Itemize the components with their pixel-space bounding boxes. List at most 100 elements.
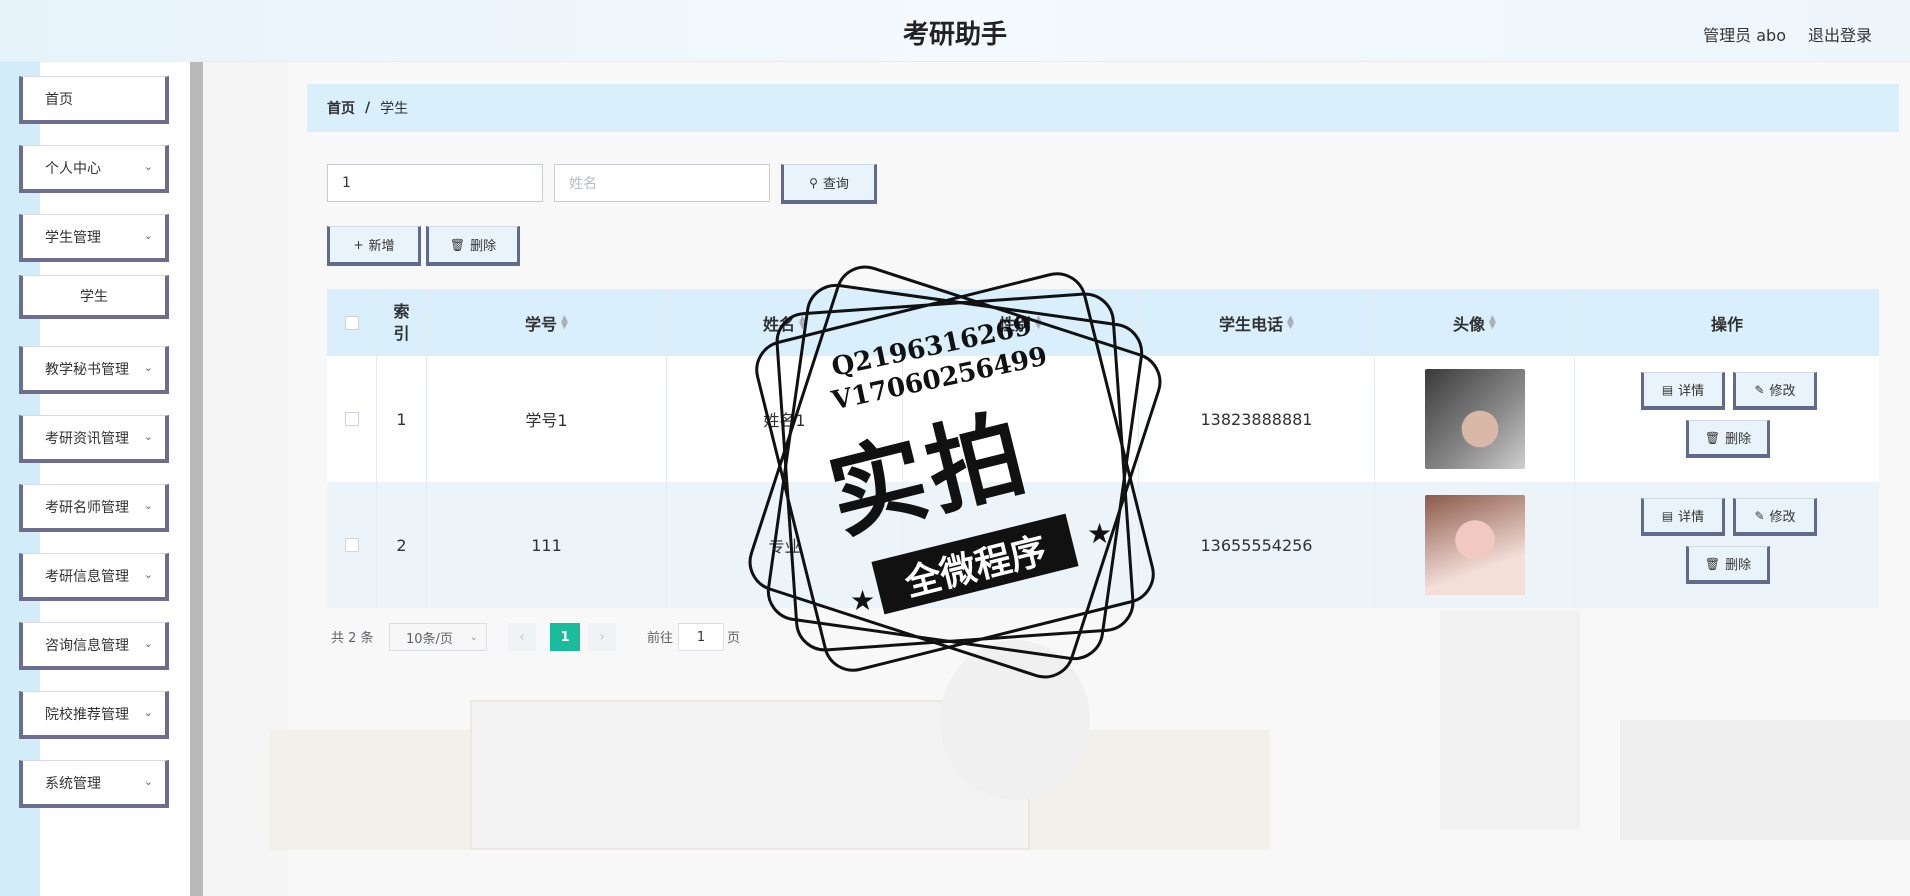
star-icon: ★ — [1087, 517, 1113, 550]
breadcrumb-separator: / — [365, 100, 371, 116]
cell-index: 1 — [377, 356, 427, 482]
goto-suffix: 页 — [727, 631, 741, 646]
query-button[interactable]: ⚲ 查询 — [781, 164, 877, 204]
sidebar-item-news-management[interactable]: 考研资讯管理 ⌄ — [19, 415, 169, 463]
chevron-down-icon: ⌄ — [143, 229, 153, 242]
sidebar-item-school-recommend[interactable]: 院校推荐管理 ⌄ — [19, 691, 169, 739]
detail-button[interactable]: ▤ 详情 — [1641, 372, 1725, 410]
edit-icon: ✎ — [1754, 382, 1765, 397]
chevron-down-icon: ⌄ — [143, 775, 153, 788]
chevron-down-icon: ⌄ — [143, 499, 153, 512]
edit-button[interactable]: ✎ 修改 — [1733, 498, 1817, 536]
avatar — [1424, 369, 1525, 469]
sidebar-item-label: 咨询信息管理 — [45, 637, 129, 654]
sidebar-item-teacher-management[interactable]: 考研名师管理 ⌄ — [19, 484, 169, 532]
cell-ops — [1575, 482, 1879, 608]
select-all-cell — [327, 289, 377, 356]
header-ops: 操作 — [1710, 314, 1743, 334]
sidebar-item-system-management[interactable]: 系统管理 ⌄ — [19, 760, 169, 808]
row-delete-label: 删除 — [1725, 432, 1752, 447]
watermark-stamp: Q2196316269 V17060256499 实拍 全微程序 ★ ★ — [740, 257, 1170, 687]
sidebar-item-label: 首页 — [45, 91, 73, 108]
page-number-current[interactable]: 1 — [550, 623, 580, 651]
prev-page-button[interactable]: ‹ — [508, 623, 536, 651]
trash-icon: 🗑 — [1704, 430, 1721, 445]
header-label: 学生电话 — [1219, 314, 1284, 334]
sort-icon[interactable]: ▲ ▼ — [1489, 314, 1496, 330]
admin-label: 管理员 abo — [1703, 26, 1786, 45]
cell-ops — [1575, 356, 1879, 482]
sidebar-item-student-management[interactable]: 学生管理 ⌄ — [19, 214, 169, 262]
chevron-down-icon: ⌄ — [143, 637, 153, 650]
goto-page-input[interactable]: 1 — [678, 623, 724, 651]
cell-phone: 13823888881 — [1139, 356, 1375, 482]
delete-label: 删除 — [470, 239, 497, 254]
document-icon: ▤ — [1661, 508, 1674, 523]
sidebar-item-info-management[interactable]: 考研信息管理 ⌄ — [19, 553, 169, 601]
chevron-down-icon: ⌄ — [143, 430, 153, 443]
row-select-cell — [327, 356, 377, 482]
header-label: 头像 — [1453, 314, 1486, 334]
breadcrumb-home[interactable]: 首页 — [327, 98, 355, 118]
detail-label: 详情 — [1678, 510, 1705, 525]
detail-button[interactable]: ▤ 详情 — [1641, 498, 1725, 536]
student-no-input[interactable]: 1 — [327, 164, 543, 202]
sidebar-item-label: 考研信息管理 — [45, 568, 129, 585]
select-all-checkbox[interactable] — [344, 315, 359, 330]
batch-delete-button[interactable]: 🗑 删除 — [426, 226, 520, 266]
pagination-total: 共 2 条 — [331, 631, 374, 646]
sidebar-item-label: 考研名师管理 — [45, 499, 129, 516]
trash-icon: 🗑 — [1704, 556, 1721, 571]
header-avatar[interactable]: 头像 ▲ ▼ — [1375, 289, 1575, 356]
row-checkbox[interactable] — [344, 538, 359, 552]
sidebar-item-personal-center[interactable]: 个人中心 ⌄ — [19, 145, 169, 193]
add-button[interactable]: + 新增 — [327, 226, 421, 266]
row-delete-button[interactable]: 🗑 删除 — [1686, 420, 1770, 458]
sidebar-item-label: 学生 — [80, 288, 108, 305]
name-input[interactable]: 姓名 — [554, 164, 770, 202]
row-select-cell — [327, 482, 377, 608]
next-page-button[interactable]: › — [588, 623, 616, 651]
row-checkbox[interactable] — [344, 412, 359, 426]
background-decoration — [1440, 610, 1580, 830]
add-label: 新增 — [368, 239, 395, 254]
background-decoration — [1620, 720, 1910, 840]
sidebar-item-home[interactable]: 首页 — [19, 76, 169, 124]
sidebar-item-label: 系统管理 — [45, 775, 101, 792]
top-header: 考研助手 管理员 abo 退出登录 — [0, 0, 1910, 62]
sidebar-item-label: 个人中心 — [45, 160, 101, 177]
sidebar-item-label: 院校推荐管理 — [45, 706, 129, 723]
page-size-select[interactable]: 10条/页 ⌄ — [389, 623, 487, 651]
edit-icon: ✎ — [1754, 508, 1765, 523]
sidebar-scrollbar[interactable] — [190, 62, 203, 896]
trash-icon: 🗑 — [449, 237, 466, 252]
sort-icon[interactable]: ▲ ▼ — [1287, 314, 1294, 330]
edit-label: 修改 — [1769, 510, 1796, 525]
edit-button[interactable]: ✎ 修改 — [1733, 372, 1817, 410]
sort-icon[interactable]: ▲ ▼ — [561, 314, 568, 330]
detail-label: 详情 — [1678, 384, 1705, 399]
cell-index: 2 — [377, 482, 427, 608]
page-size-value: 10条/页 — [406, 631, 453, 647]
cell-student-no: 学号1 — [427, 356, 667, 482]
logout-link[interactable]: 退出登录 — [1808, 22, 1872, 46]
chevron-down-icon: ⌄ — [143, 706, 153, 719]
sidebar-item-secretary-management[interactable]: 教学秘书管理 ⌄ — [19, 346, 169, 394]
search-icon: ⚲ — [809, 175, 818, 190]
row-delete-button[interactable]: 🗑 删除 — [1686, 546, 1770, 584]
star-icon: ★ — [850, 584, 876, 617]
sidebar-item-label: 教学秘书管理 — [45, 361, 129, 378]
header-index: 索 引 — [377, 289, 427, 356]
chevron-down-icon: ⌄ — [469, 631, 478, 643]
sidebar-item-consult-management[interactable]: 咨询信息管理 ⌄ — [19, 622, 169, 670]
header-student-no[interactable]: 学号 ▲ ▼ — [427, 289, 667, 356]
breadcrumb-current: 学生 — [380, 101, 409, 117]
chevron-down-icon: ⌄ — [143, 568, 153, 581]
row-delete-label: 删除 — [1725, 558, 1752, 573]
avatar — [1424, 495, 1525, 595]
app-title: 考研助手 — [902, 20, 1007, 50]
sidebar-subitem-student[interactable]: 学生 — [19, 275, 169, 319]
header-phone[interactable]: 学生电话 ▲ ▼ — [1139, 289, 1375, 356]
sidebar-item-label: 学生管理 — [45, 229, 101, 246]
header-label: 学号 — [525, 314, 558, 334]
